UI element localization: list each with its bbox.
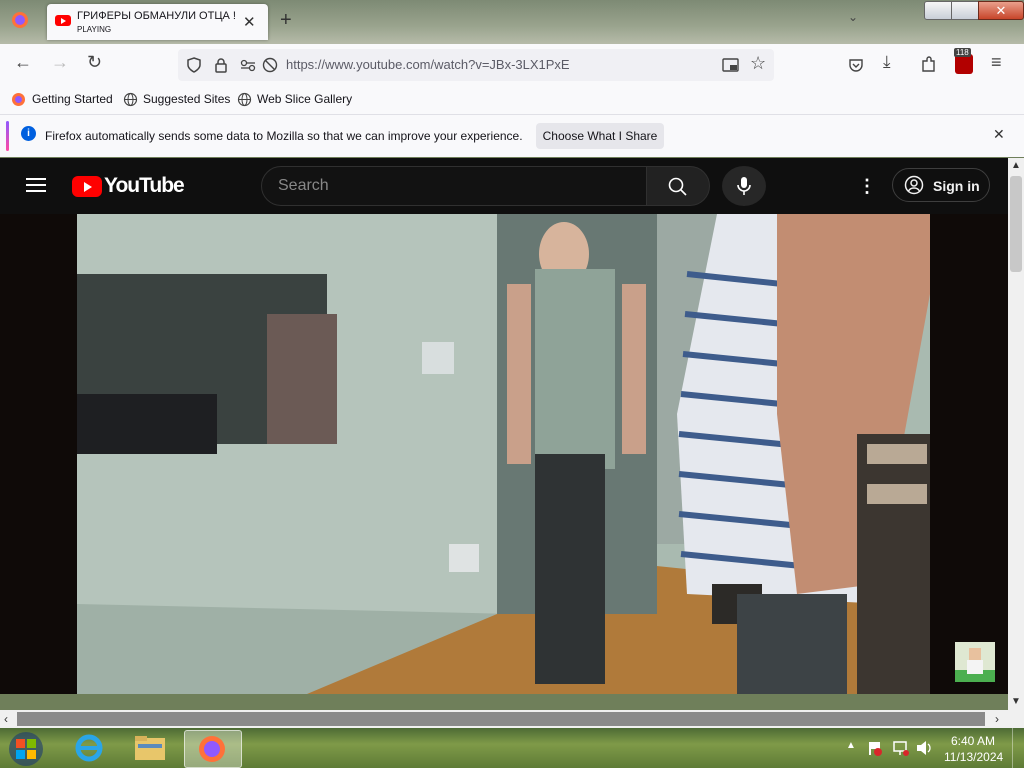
extensions-icon[interactable] bbox=[920, 56, 936, 73]
clock-time[interactable]: 6:40 AM bbox=[951, 734, 995, 748]
sign-in-label: Sign in bbox=[933, 178, 980, 194]
window-maximize-button[interactable] bbox=[951, 1, 979, 20]
extension-badge: 118 bbox=[954, 48, 971, 57]
ublock-origin-icon[interactable]: 118 bbox=[954, 48, 973, 74]
bookmarks-toolbar: Getting Started Suggested Sites Web Slic… bbox=[0, 86, 1024, 114]
bookmark-getting-started[interactable]: Getting Started bbox=[32, 92, 113, 106]
youtube-favicon-icon bbox=[55, 15, 71, 26]
search-placeholder: Search bbox=[278, 177, 329, 194]
firefox-icon bbox=[12, 93, 25, 106]
lock-icon[interactable] bbox=[213, 57, 229, 73]
search-button[interactable] bbox=[646, 166, 710, 206]
url-bar[interactable]: https://www.youtube.com/watch?v=JBx-3LX1… bbox=[178, 49, 774, 81]
clock-date[interactable]: 11/13/2024 bbox=[944, 750, 1003, 764]
video-player[interactable] bbox=[77, 214, 930, 694]
globe-icon bbox=[237, 92, 252, 107]
bookmark-web-slice-gallery[interactable]: Web Slice Gallery bbox=[257, 92, 352, 106]
channel-watermark-avatar[interactable] bbox=[955, 642, 995, 682]
network-icon[interactable] bbox=[892, 739, 910, 757]
firefox-icon[interactable] bbox=[10, 10, 30, 30]
search-input[interactable]: Search bbox=[261, 166, 649, 206]
download-icon[interactable]: ⤓ bbox=[883, 52, 891, 72]
globe-icon bbox=[123, 92, 138, 107]
forward-icon[interactable]: → bbox=[51, 52, 69, 73]
choose-what-i-share-button[interactable]: Choose What I Share bbox=[536, 123, 664, 149]
account-icon bbox=[904, 175, 924, 195]
scroll-right-icon[interactable]: › bbox=[995, 712, 999, 726]
notification-text: Firefox automatically sends some data to… bbox=[45, 129, 523, 143]
data-collection-notification: i Firefox automatically sends some data … bbox=[0, 114, 1024, 157]
picture-in-picture-icon[interactable] bbox=[722, 57, 740, 73]
tab-title: ГРИФЕРЫ ОБМАНУЛИ ОТЦА ! bbox=[77, 10, 236, 22]
tab-strip: ГРИФЕРЫ ОБМАНУЛИ ОТЦА ! PLAYING ✕ + ⌄ ✕ bbox=[0, 0, 1024, 44]
reload-icon[interactable]: ↻ bbox=[87, 52, 102, 73]
more-options-icon[interactable]: ⋮ bbox=[858, 176, 876, 197]
shield-icon[interactable] bbox=[186, 57, 202, 73]
tab-close-icon[interactable]: ✕ bbox=[243, 13, 256, 31]
chevron-down-icon[interactable]: ⌄ bbox=[848, 10, 858, 24]
windows-taskbar: ▲ 6:40 AM 11/13/2024 bbox=[0, 728, 1024, 768]
scroll-down-icon[interactable]: ▼ bbox=[1011, 696, 1021, 707]
microphone-icon bbox=[737, 177, 751, 195]
vertical-scrollbar[interactable]: ▲ ▼ bbox=[1008, 158, 1024, 710]
youtube-logo-icon[interactable] bbox=[72, 176, 102, 197]
vertical-scroll-thumb[interactable] bbox=[1010, 176, 1022, 272]
show-hidden-icons-icon[interactable]: ▲ bbox=[846, 740, 856, 751]
taskbar-firefox[interactable] bbox=[184, 730, 242, 768]
internet-explorer-icon bbox=[75, 734, 103, 762]
youtube-logo-text[interactable]: YouTube bbox=[104, 174, 185, 198]
folder-icon bbox=[135, 736, 165, 760]
active-tab[interactable]: ГРИФЕРЫ ОБМАНУЛИ ОТЦА ! PLAYING ✕ bbox=[47, 4, 268, 40]
youtube-header: YouTube Search ⋮ Sign in bbox=[0, 158, 1008, 214]
window-minimize-button[interactable] bbox=[924, 1, 952, 20]
bookmark-star-icon[interactable]: ☆ bbox=[750, 53, 766, 74]
horizontal-scrollbar[interactable]: ‹ › bbox=[0, 710, 1024, 728]
volume-icon[interactable] bbox=[915, 740, 933, 756]
taskbar-file-explorer[interactable] bbox=[122, 730, 178, 766]
close-icon[interactable]: ✕ bbox=[993, 126, 1005, 143]
new-tab-icon[interactable]: + bbox=[280, 9, 292, 32]
firefox-icon bbox=[199, 736, 225, 762]
autoplay-blocked-icon[interactable] bbox=[262, 57, 278, 73]
tab-playing-status: PLAYING bbox=[77, 25, 112, 34]
hamburger-menu-icon[interactable]: ≡ bbox=[991, 52, 1002, 73]
voice-search-button[interactable] bbox=[722, 166, 766, 206]
pocket-icon[interactable] bbox=[848, 57, 864, 73]
search-icon bbox=[668, 177, 687, 196]
show-desktop-button[interactable] bbox=[1012, 728, 1024, 768]
permissions-icon[interactable] bbox=[240, 58, 256, 72]
scroll-up-icon[interactable]: ▲ bbox=[1011, 160, 1021, 171]
scroll-left-icon[interactable]: ‹ bbox=[4, 712, 8, 726]
navigation-toolbar: ← → ↻ https://www.youtube.com/watch?v=JB… bbox=[0, 44, 1024, 86]
url-text[interactable]: https://www.youtube.com/watch?v=JBx-3LX1… bbox=[286, 57, 570, 72]
window-close-button[interactable]: ✕ bbox=[978, 1, 1024, 20]
sign-in-button[interactable]: Sign in bbox=[892, 168, 990, 202]
notification-accent bbox=[6, 121, 9, 151]
horizontal-scroll-thumb[interactable] bbox=[17, 712, 985, 726]
start-button-icon[interactable] bbox=[6, 731, 46, 767]
taskbar-internet-explorer[interactable] bbox=[62, 730, 118, 766]
avatar bbox=[955, 648, 995, 682]
video-frame bbox=[77, 214, 930, 694]
info-icon: i bbox=[21, 126, 36, 141]
back-icon[interactable]: ← bbox=[14, 52, 32, 73]
bookmark-suggested-sites[interactable]: Suggested Sites bbox=[143, 92, 230, 106]
action-center-flag-icon[interactable] bbox=[866, 740, 882, 756]
guide-menu-icon[interactable] bbox=[26, 178, 46, 192]
